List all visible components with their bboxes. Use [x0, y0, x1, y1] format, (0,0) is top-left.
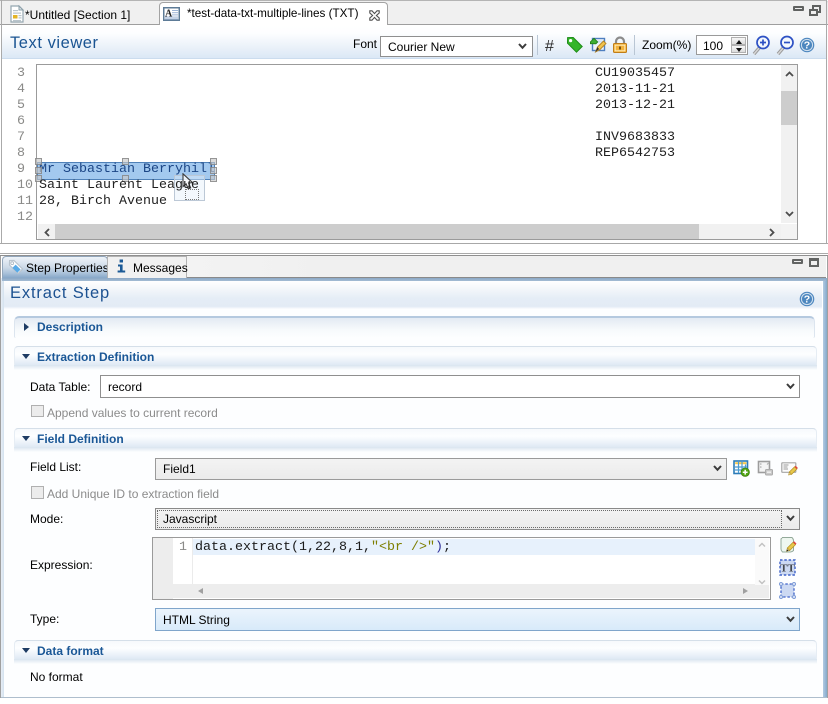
svg-text:A: A — [165, 9, 173, 20]
svg-text:?: ? — [804, 40, 810, 52]
svg-text:TT: TT — [780, 563, 795, 575]
svg-text:#: # — [545, 38, 554, 54]
svg-text:?: ? — [804, 294, 810, 306]
